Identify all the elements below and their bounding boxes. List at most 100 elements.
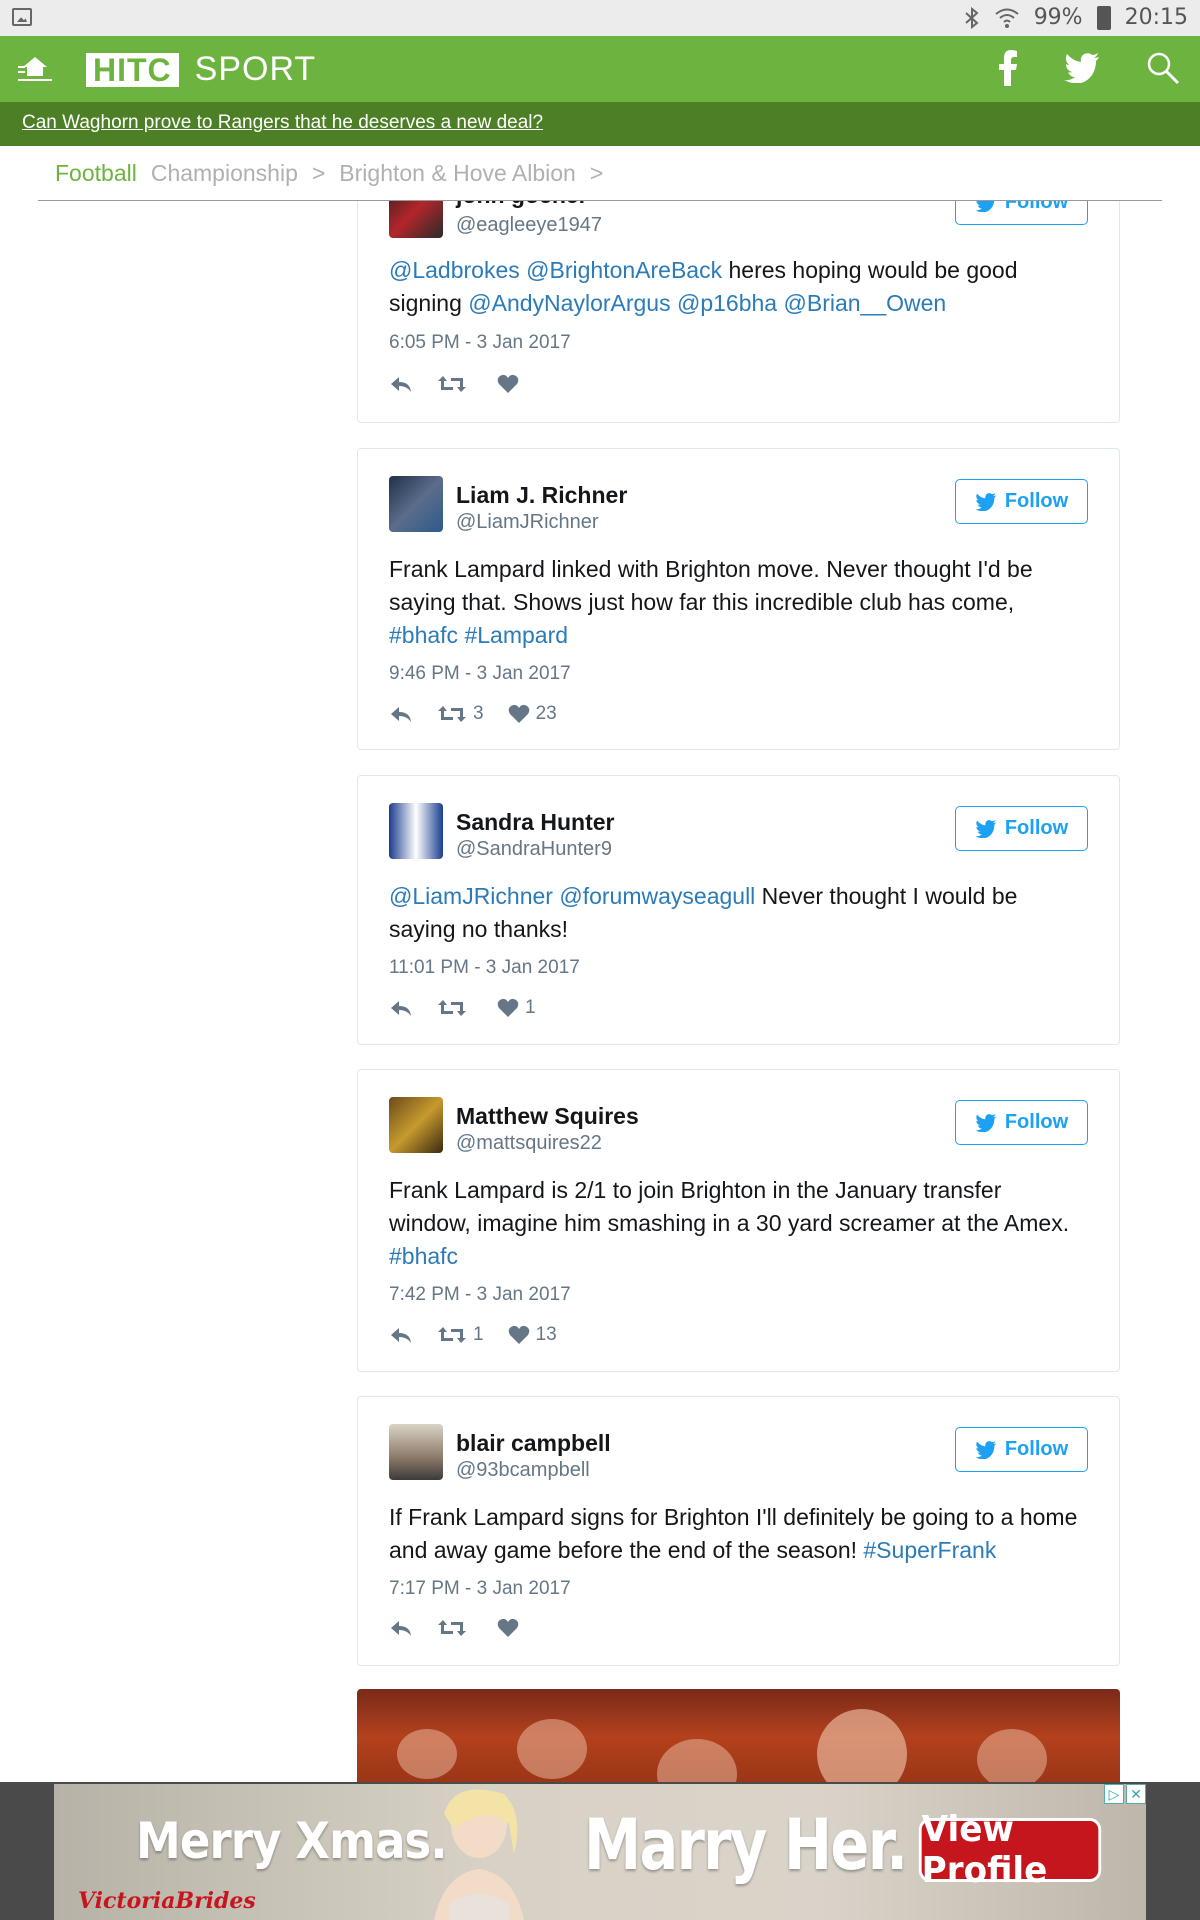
like-action[interactable]: 13 [508,1324,557,1346]
adchoices-icon[interactable]: ▷ [1104,1784,1124,1804]
reply-action[interactable] [389,998,413,1018]
tweet-author-handle[interactable]: @93bcampbell [456,1459,590,1482]
tweet-timestamp[interactable]: 6:05 PM - 3 Jan 2017 [389,332,571,354]
avatar[interactable] [389,201,443,238]
avatar[interactable] [389,1424,443,1480]
tweet-text: Frank Lampard linked with Brighton move.… [389,553,1088,652]
tweet-timestamp[interactable]: 7:17 PM - 3 Jan 2017 [389,1578,571,1600]
reply-icon [391,1001,411,1016]
avatar[interactable] [389,1097,443,1153]
site-logo[interactable]: HITC SPORT [86,50,316,89]
article-content: john gocher @eagleeye1947 Follow @Ladbro… [0,201,1200,1782]
tweet-link[interactable]: @LiamJRichner [389,883,553,909]
retweet-action[interactable] [437,998,473,1018]
like-action[interactable] [497,1618,525,1638]
article-image [357,1689,1120,1782]
tweet-actions: 1 13 [389,1324,557,1346]
home-menu-icon[interactable] [18,54,52,84]
tweet-text-segment: Frank Lampard linked with Brighton move.… [389,556,1033,615]
twitter-bird-icon [975,492,997,511]
tweet-author-name[interactable]: john gocher [456,201,588,209]
close-icon[interactable]: ✕ [1126,1784,1146,1804]
follow-label: Follow [1004,1438,1069,1460]
heart-icon [497,374,519,393]
follow-button[interactable]: Follow [955,479,1088,524]
twitter-bird-icon [975,819,997,838]
follow-label: Follow [1004,490,1069,512]
tweet-text: @LiamJRichner @forumwayseagull Never tho… [389,880,1088,946]
tweet-author-name[interactable]: Liam J. Richner [456,482,627,509]
breadcrumb-football[interactable]: Football [55,160,137,187]
tweet-link[interactable]: #bhafc [389,622,458,648]
tweet-card: Liam J. Richner @LiamJRichner Follow Fra… [357,448,1120,750]
avatar[interactable] [389,476,443,532]
ad-content[interactable]: Merry Xmas. Marry Her. View Profile Vict… [54,1784,1146,1920]
retweet-action[interactable]: 3 [437,703,484,725]
like-action[interactable]: 1 [497,997,536,1019]
ad-banner[interactable]: Merry Xmas. Marry Her. View Profile Vict… [0,1782,1200,1920]
tweet-link[interactable]: @forumwayseagull [559,883,755,909]
tweet-link[interactable]: @BrightonAreBack [526,257,722,283]
heart-icon [497,998,519,1017]
tweet-link[interactable]: @Ladbrokes [389,257,520,283]
follow-label: Follow [1004,1111,1069,1133]
retweet-icon [438,706,466,722]
tweet-author-name[interactable]: blair campbell [456,1430,611,1457]
reply-action[interactable] [389,1618,413,1638]
retweet-action[interactable] [437,374,473,394]
tweet-link[interactable]: #bhafc [389,1243,458,1269]
twitter-bird-icon [975,201,995,212]
clock: 20:15 [1124,5,1188,30]
breadcrumb-brighton[interactable]: Brighton & Hove Albion [339,160,576,187]
tweet-link[interactable]: @AndyNaylorArgus [468,290,670,316]
search-icon[interactable] [1146,51,1180,85]
tweet-author-handle[interactable]: @mattsquires22 [456,1132,602,1155]
follow-button[interactable]: Follow [955,1100,1088,1145]
like-action[interactable]: 23 [508,703,557,725]
breadcrumb-championship[interactable]: Championship [151,160,298,187]
reply-action[interactable] [389,1325,413,1345]
reply-action[interactable] [389,374,413,394]
tweet-actions [389,374,525,394]
tweet-link[interactable]: #Lampard [464,622,568,648]
tweet-link[interactable]: @p16bha [677,290,777,316]
tweet-author-handle[interactable]: @eagleeye1947 [456,214,602,237]
tweet-timestamp[interactable]: 11:01 PM - 3 Jan 2017 [389,957,580,979]
tweet-author-name[interactable]: Matthew Squires [456,1103,639,1130]
breadcrumb-separator: > [311,159,326,186]
tweet-text: @Ladbrokes @BrightonAreBack heres hoping… [389,254,1088,320]
tweet-text: Frank Lampard is 2/1 to join Brighton in… [389,1174,1088,1273]
tweet-actions: 3 23 [389,703,557,725]
follow-button[interactable]: Follow [955,201,1088,225]
tweet-author-name[interactable]: Sandra Hunter [456,809,614,836]
promo-link[interactable]: Can Waghorn prove to Rangers that he des… [22,112,543,134]
tweet-text-segment: Frank Lampard is 2/1 to join Brighton in… [389,1177,1070,1236]
follow-button[interactable]: Follow [955,1427,1088,1472]
tweet-author-handle[interactable]: @SandraHunter9 [456,838,612,861]
tweet-timestamp[interactable]: 9:46 PM - 3 Jan 2017 [389,663,571,685]
ad-choices[interactable]: ▷ ✕ [1104,1784,1146,1804]
follow-label: Follow [1004,201,1069,213]
like-action[interactable] [497,374,525,394]
retweet-icon [438,376,466,392]
tweet-card: Matthew Squires @mattsquires22 Follow Fr… [357,1069,1120,1372]
reply-action[interactable] [389,704,413,724]
twitter-icon[interactable] [1064,53,1100,83]
follow-button[interactable]: Follow [955,806,1088,851]
tweet-text: If Frank Lampard signs for Brighton I'll… [389,1501,1088,1567]
tweet-actions [389,1618,525,1638]
retweet-action[interactable] [437,1618,473,1638]
tweet-link[interactable]: @Brian__Owen [784,290,947,316]
ad-model-image [434,1789,524,1920]
facebook-icon[interactable] [998,50,1018,86]
tweet-author-handle[interactable]: @LiamJRichner [456,511,599,534]
avatar[interactable] [389,803,443,859]
tweet-timestamp[interactable]: 7:42 PM - 3 Jan 2017 [389,1284,571,1306]
tweet-link[interactable]: #SuperFrank [863,1537,996,1563]
status-bar: 99% 20:15 [0,0,1200,36]
heart-icon [508,1325,529,1344]
promo-banner: Can Waghorn prove to Rangers that he des… [0,102,1200,146]
like-count: 13 [535,1324,557,1345]
retweet-action[interactable]: 1 [437,1324,484,1346]
view-profile-button[interactable]: View Profile [918,1809,1102,1891]
